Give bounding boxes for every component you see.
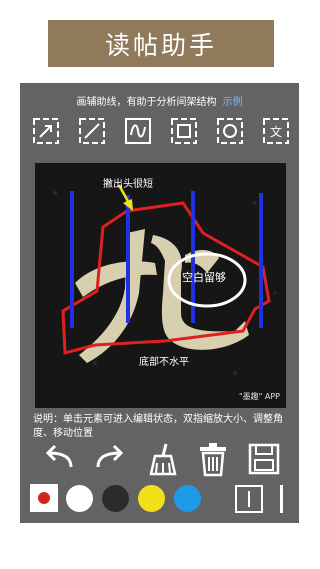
text-tool-glyph: 文 [270,124,282,139]
annotation-blank-space[interactable]: 空白留够 [182,269,226,285]
arrow-tool-icon [33,118,59,144]
annotation-bottom-uneven[interactable]: 底部不水平 [139,353,189,368]
broom-icon [148,443,177,476]
rectangle-tool-icon [171,118,197,144]
undo-button[interactable] [40,440,78,478]
text-tool-button[interactable]: 文 [262,117,290,145]
save-button[interactable] [245,440,283,478]
editor-panel: 画辅助线，有助于分析间架结构 示例 文 撇出头很短 空白留够 底部不水平 "墨趣… [20,83,299,523]
redo-icon [96,444,124,468]
annotation-short-stroke[interactable]: 撇出头很短 [103,175,153,190]
save-disk-icon [248,443,280,475]
example-link[interactable]: 示例 [223,97,243,108]
banner-title: 读帖助手 [104,30,217,60]
color-swatch-white[interactable] [66,484,93,512]
color-swatch-blue[interactable] [174,484,201,512]
text-tool-icon: 文 [263,118,289,144]
undo-icon [45,444,73,468]
calligraphy-canvas[interactable]: 撇出头很短 空白留够 底部不水平 "墨趣" APP [35,163,286,408]
color-swatch-black[interactable] [102,484,129,512]
thin-stroke-icon [248,491,250,507]
arrow-tool-button[interactable] [32,117,60,145]
curve-tool-icon [125,118,151,144]
curve-tool-button[interactable] [124,117,152,145]
ellipse-tool-icon [217,118,243,144]
action-toolbar [40,439,283,479]
color-swatch-selected[interactable] [30,484,58,512]
clear-button[interactable] [143,440,181,478]
line-tool-icon [79,118,105,144]
line-tool-button[interactable] [78,117,106,145]
stroke-width-thick-button[interactable] [280,485,283,513]
ellipse-tool-button[interactable] [216,117,244,145]
color-palette [30,483,292,513]
delete-button[interactable] [194,440,232,478]
app-watermark: "墨趣" APP [238,392,280,401]
calligraphy-drawing [35,163,286,408]
app-banner: 读帖助手 [48,20,274,67]
drawing-toolbar: 文 [32,117,290,147]
hint-text: 画辅助线，有助于分析间架结构 [76,97,217,108]
usage-note: 说明：单击元素可进入编辑状态，双指缩放大小、调整角度、移动位置 [33,414,283,439]
color-swatch-yellow[interactable] [138,484,165,512]
hint-bar: 画辅助线，有助于分析间架结构 示例 [20,93,299,108]
stroke-width-thin-button[interactable] [235,485,263,513]
redo-button[interactable] [91,440,129,478]
trash-icon [199,443,226,477]
rectangle-tool-button[interactable] [170,117,198,145]
selected-color-dot [38,492,50,504]
